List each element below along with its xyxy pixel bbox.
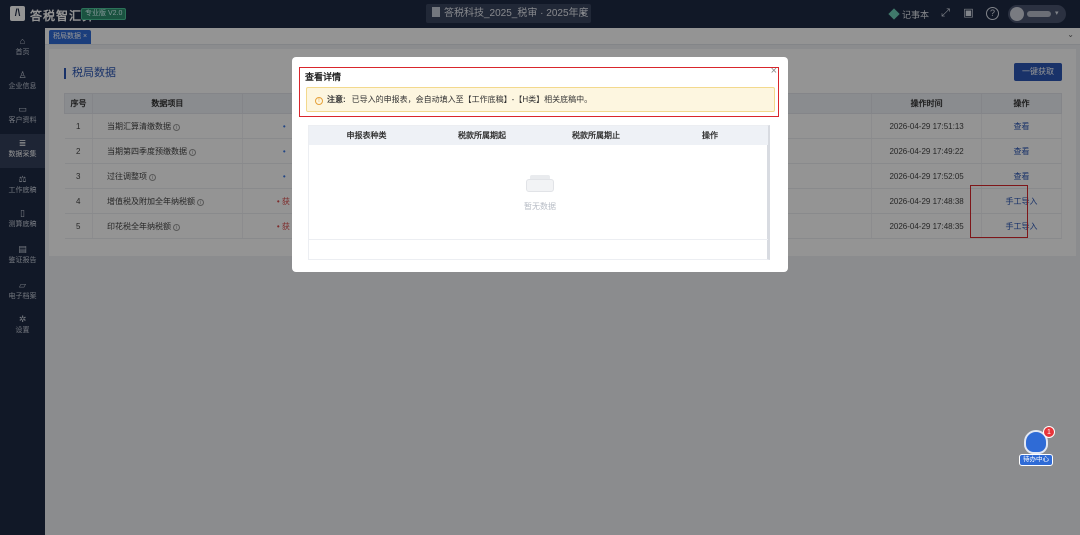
empty-inbox-icon (525, 173, 555, 193)
empty-text: 暂无数据 (524, 202, 556, 211)
column-header: 税款所属期止 (572, 131, 620, 140)
todo-center-button[interactable]: 待办中心 1 (1019, 426, 1055, 468)
annotation-highlight (299, 67, 779, 117)
notification-badge: 1 (1043, 426, 1055, 438)
detail-modal: 查看详情 × ! 注意: 已导入的申报表，会自动填入至【工作底稿】-【H类】相关底稿… (292, 57, 788, 272)
column-header: 操作 (702, 131, 718, 140)
column-header: 申报表种类 (346, 131, 387, 140)
todo-center-label: 待办中心 (1019, 454, 1053, 466)
table-header: 申报表种类 税款所属期起 税款所属期止 操作 (309, 126, 768, 145)
column-header: 税款所属期起 (458, 131, 506, 140)
divider (309, 239, 768, 240)
declaration-table: 申报表种类 税款所属期起 税款所属期止 操作 暂无数据 (308, 125, 770, 260)
